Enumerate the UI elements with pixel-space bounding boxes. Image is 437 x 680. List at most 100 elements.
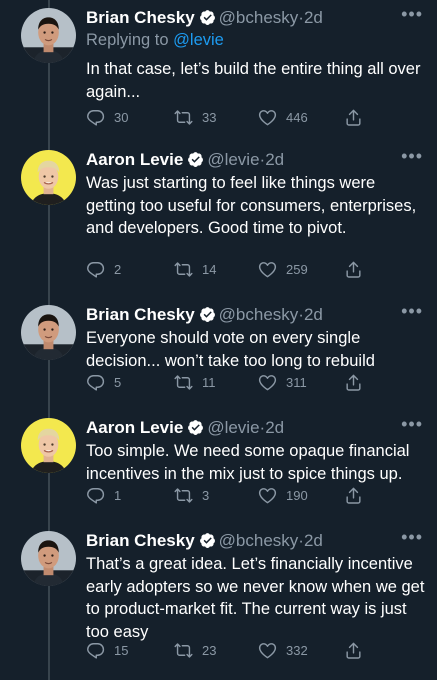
replying-to: Replying to @levie	[86, 31, 224, 50]
reply-count: 1	[114, 488, 122, 503]
like-count: 446	[286, 110, 308, 125]
tweet-header: Brian Chesky @bchesky·2d •••	[86, 4, 427, 30]
retweet-button[interactable]: 14	[174, 260, 216, 279]
timestamp[interactable]: 2d	[265, 150, 284, 169]
more-icon[interactable]: •••	[401, 301, 423, 322]
reply-count: 30	[114, 110, 129, 125]
retweet-icon	[174, 108, 193, 127]
retweet-icon	[174, 641, 193, 660]
tweet-actions: 5 11 311	[86, 373, 377, 395]
replying-to-label: Replying to	[86, 31, 169, 49]
verified-badge-icon	[199, 306, 216, 323]
timestamp[interactable]: 2d	[265, 418, 284, 437]
like-count: 259	[286, 262, 308, 277]
avatar-aaron-levie[interactable]	[21, 418, 76, 473]
author-handle[interactable]: @bchesky	[219, 305, 299, 324]
retweet-icon	[174, 260, 193, 279]
more-icon[interactable]: •••	[401, 527, 423, 548]
avatar-brian-chesky[interactable]	[21, 8, 76, 63]
reply-button[interactable]: 1	[86, 486, 121, 505]
heart-icon	[258, 486, 277, 505]
retweet-button[interactable]: 11	[174, 373, 216, 392]
share-button[interactable]	[344, 486, 372, 505]
tweet-header: Aaron Levie @levie·2d •••	[86, 146, 427, 172]
reply-count: 2	[114, 262, 122, 277]
author-name[interactable]: Aaron Levie	[86, 418, 183, 437]
author-handle[interactable]: @bchesky	[219, 531, 299, 550]
tweet-actions: 1 3 190	[86, 486, 377, 508]
tweet-header: Brian Chesky @bchesky·2d •••	[86, 527, 427, 553]
tweet-actions: 30 33 446	[86, 108, 377, 130]
retweet-button[interactable]: 33	[174, 108, 216, 127]
reply-button[interactable]: 5	[86, 373, 121, 392]
tweet-text: That’s a great idea. Let’s financially i…	[86, 555, 425, 641]
like-count: 332	[286, 643, 308, 658]
retweet-count: 11	[202, 375, 216, 390]
share-icon	[344, 108, 363, 127]
reply-icon	[86, 641, 105, 660]
reply-icon	[86, 373, 105, 392]
avatar-brian-chesky[interactable]	[21, 531, 76, 586]
author-handle[interactable]: @levie	[207, 418, 259, 437]
author-handle[interactable]: @bchesky	[219, 8, 299, 27]
reply-icon	[86, 108, 105, 127]
share-button[interactable]	[344, 108, 372, 127]
reply-button[interactable]: 15	[86, 641, 128, 660]
verified-badge-icon	[199, 532, 216, 549]
reply-count: 15	[114, 643, 129, 658]
avatar-brian-chesky[interactable]	[21, 305, 76, 360]
author-name[interactable]: Brian Chesky	[86, 305, 195, 324]
heart-icon	[258, 373, 277, 392]
mention-link[interactable]: @levie	[173, 31, 224, 49]
timestamp[interactable]: 2d	[304, 8, 323, 27]
share-button[interactable]	[344, 373, 372, 392]
author-name[interactable]: Brian Chesky	[86, 531, 195, 550]
author-name[interactable]: Brian Chesky	[86, 8, 195, 27]
reply-button[interactable]: 2	[86, 260, 121, 279]
more-icon[interactable]: •••	[401, 414, 423, 435]
like-button[interactable]: 259	[258, 260, 308, 279]
timestamp[interactable]: 2d	[304, 531, 323, 550]
tweet-text: Too simple. We need some opaque financia…	[86, 442, 410, 483]
like-button[interactable]: 311	[258, 373, 307, 392]
retweet-icon	[174, 486, 193, 505]
tweet-actions: 15 23 332	[86, 641, 377, 663]
verified-badge-icon	[187, 419, 204, 436]
verified-badge-icon	[199, 9, 216, 26]
retweet-count: 3	[202, 488, 210, 503]
heart-icon	[258, 260, 277, 279]
tweet-text: Everyone should vote on every single dec…	[86, 329, 375, 370]
like-button[interactable]: 332	[258, 641, 308, 660]
tweet-header: Aaron Levie @levie·2d •••	[86, 414, 427, 440]
more-icon[interactable]: •••	[401, 146, 423, 167]
share-icon	[344, 373, 363, 392]
retweet-count: 14	[202, 262, 217, 277]
like-count: 190	[286, 488, 308, 503]
heart-icon	[258, 108, 277, 127]
share-icon	[344, 260, 363, 279]
reply-button[interactable]: 30	[86, 108, 128, 127]
timestamp[interactable]: 2d	[304, 305, 323, 324]
more-icon[interactable]: •••	[401, 4, 423, 25]
reply-icon	[86, 486, 105, 505]
retweet-button[interactable]: 23	[174, 641, 216, 660]
tweet-actions: 2 14 259	[86, 260, 377, 282]
heart-icon	[258, 641, 277, 660]
share-icon	[344, 486, 363, 505]
author-name[interactable]: Aaron Levie	[86, 150, 183, 169]
retweet-button[interactable]: 3	[174, 486, 209, 505]
share-button[interactable]	[344, 641, 372, 660]
avatar-aaron-levie[interactable]	[21, 150, 76, 205]
reply-icon	[86, 260, 105, 279]
author-handle[interactable]: @levie	[207, 150, 259, 169]
retweet-icon	[174, 373, 193, 392]
tweet-text: Was just starting to feel like things we…	[86, 174, 417, 237]
tweet-text: In that case, let’s build the entire thi…	[86, 60, 421, 101]
like-button[interactable]: 446	[258, 108, 308, 127]
like-button[interactable]: 190	[258, 486, 308, 505]
tweet-header: Brian Chesky @bchesky·2d •••	[86, 301, 427, 327]
retweet-count: 23	[202, 643, 217, 658]
share-button[interactable]	[344, 260, 372, 279]
reply-count: 5	[114, 375, 122, 390]
retweet-count: 33	[202, 110, 217, 125]
